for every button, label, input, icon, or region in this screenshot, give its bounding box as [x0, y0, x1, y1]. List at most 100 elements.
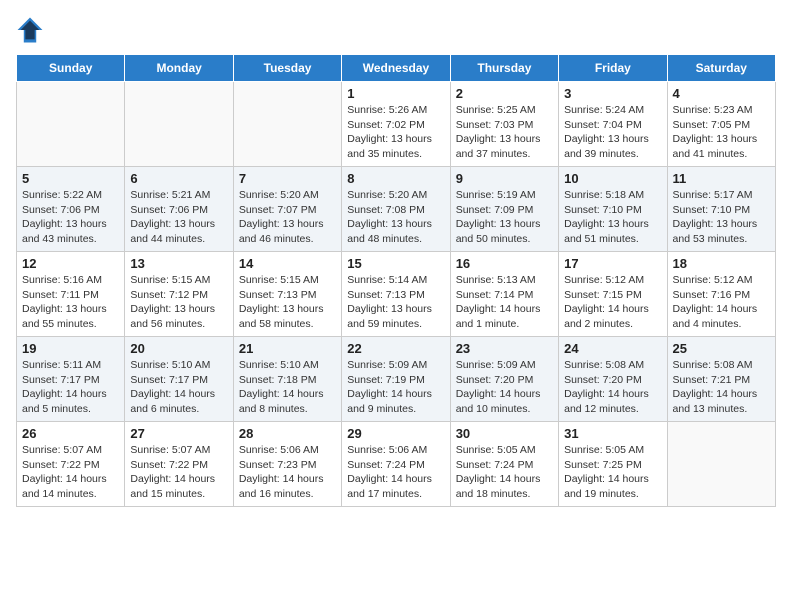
calendar-cell: 12 Sunrise: 5:16 AM Sunset: 7:11 PM Dayli…: [17, 252, 125, 337]
day-number: 1: [347, 86, 444, 101]
day-number: 28: [239, 426, 336, 441]
day-info: Sunrise: 5:20 AM Sunset: 7:08 PM Dayligh…: [347, 188, 444, 247]
calendar-week: 19 Sunrise: 5:11 AM Sunset: 7:17 PM Dayli…: [17, 337, 776, 422]
day-info: Sunrise: 5:08 AM Sunset: 7:21 PM Dayligh…: [673, 358, 770, 417]
day-number: 20: [130, 341, 227, 356]
day-info: Sunrise: 5:13 AM Sunset: 7:14 PM Dayligh…: [456, 273, 553, 332]
day-number: 31: [564, 426, 661, 441]
day-info: Sunrise: 5:25 AM Sunset: 7:03 PM Dayligh…: [456, 103, 553, 162]
day-number: 6: [130, 171, 227, 186]
day-info: Sunrise: 5:17 AM Sunset: 7:10 PM Dayligh…: [673, 188, 770, 247]
calendar-cell: 26 Sunrise: 5:07 AM Sunset: 7:22 PM Dayli…: [17, 422, 125, 507]
day-info: Sunrise: 5:07 AM Sunset: 7:22 PM Dayligh…: [22, 443, 119, 502]
calendar-week: 12 Sunrise: 5:16 AM Sunset: 7:11 PM Dayli…: [17, 252, 776, 337]
calendar-cell: [667, 422, 775, 507]
day-info: Sunrise: 5:05 AM Sunset: 7:24 PM Dayligh…: [456, 443, 553, 502]
calendar-cell: 2 Sunrise: 5:25 AM Sunset: 7:03 PM Daylig…: [450, 82, 558, 167]
calendar-cell: 30 Sunrise: 5:05 AM Sunset: 7:24 PM Dayli…: [450, 422, 558, 507]
day-number: 26: [22, 426, 119, 441]
day-info: Sunrise: 5:11 AM Sunset: 7:17 PM Dayligh…: [22, 358, 119, 417]
day-number: 11: [673, 171, 770, 186]
day-info: Sunrise: 5:19 AM Sunset: 7:09 PM Dayligh…: [456, 188, 553, 247]
page-header: [16, 16, 776, 44]
calendar-cell: 14Sunrise: 5:15 AM Sunset: 7:13 PM Dayli…: [233, 252, 341, 337]
calendar-cell: [233, 82, 341, 167]
day-number: 25: [673, 341, 770, 356]
calendar-cell: 29 Sunrise: 5:06 AM Sunset: 7:24 PM Dayli…: [342, 422, 450, 507]
day-info: Sunrise: 5:09 AM Sunset: 7:19 PM Dayligh…: [347, 358, 444, 417]
calendar: SundayMondayTuesdayWednesdayThursdayFrid…: [16, 54, 776, 507]
weekday-row: SundayMondayTuesdayWednesdayThursdayFrid…: [17, 55, 776, 82]
day-info: Sunrise: 5:15 AM Sunset: 7:12 PM Dayligh…: [130, 273, 227, 332]
logo-icon: [16, 16, 44, 44]
calendar-cell: 11 Sunrise: 5:17 AM Sunset: 7:10 PM Dayli…: [667, 167, 775, 252]
calendar-cell: 18 Sunrise: 5:12 AM Sunset: 7:16 PM Dayli…: [667, 252, 775, 337]
weekday-header: Monday: [125, 55, 233, 82]
day-info: Sunrise: 5:23 AM Sunset: 7:05 PM Dayligh…: [673, 103, 770, 162]
day-number: 12: [22, 256, 119, 271]
weekday-header: Tuesday: [233, 55, 341, 82]
calendar-cell: 4 Sunrise: 5:23 AM Sunset: 7:05 PM Daylig…: [667, 82, 775, 167]
day-info: Sunrise: 5:22 AM Sunset: 7:06 PM Dayligh…: [22, 188, 119, 247]
calendar-body: 1Sunrise: 5:26 AM Sunset: 7:02 PM Daylig…: [17, 82, 776, 507]
calendar-week: 5 Sunrise: 5:22 AM Sunset: 7:06 PM Daylig…: [17, 167, 776, 252]
day-number: 21: [239, 341, 336, 356]
day-number: 19: [22, 341, 119, 356]
day-info: Sunrise: 5:10 AM Sunset: 7:17 PM Dayligh…: [130, 358, 227, 417]
day-number: 16: [456, 256, 553, 271]
weekday-header: Sunday: [17, 55, 125, 82]
day-info: Sunrise: 5:16 AM Sunset: 7:11 PM Dayligh…: [22, 273, 119, 332]
day-number: 23: [456, 341, 553, 356]
day-info: Sunrise: 5:09 AM Sunset: 7:20 PM Dayligh…: [456, 358, 553, 417]
calendar-cell: 21Sunrise: 5:10 AM Sunset: 7:18 PM Dayli…: [233, 337, 341, 422]
calendar-cell: 22 Sunrise: 5:09 AM Sunset: 7:19 PM Dayli…: [342, 337, 450, 422]
day-number: 2: [456, 86, 553, 101]
day-number: 14: [239, 256, 336, 271]
calendar-cell: 17Sunrise: 5:12 AM Sunset: 7:15 PM Dayli…: [559, 252, 667, 337]
calendar-cell: 23 Sunrise: 5:09 AM Sunset: 7:20 PM Dayli…: [450, 337, 558, 422]
day-info: Sunrise: 5:08 AM Sunset: 7:20 PM Dayligh…: [564, 358, 661, 417]
day-info: Sunrise: 5:12 AM Sunset: 7:15 PM Dayligh…: [564, 273, 661, 332]
calendar-cell: 20 Sunrise: 5:10 AM Sunset: 7:17 PM Dayli…: [125, 337, 233, 422]
calendar-header: SundayMondayTuesdayWednesdayThursdayFrid…: [17, 55, 776, 82]
day-number: 9: [456, 171, 553, 186]
day-number: 3: [564, 86, 661, 101]
calendar-cell: 10 Sunrise: 5:18 AM Sunset: 7:10 PM Dayli…: [559, 167, 667, 252]
day-info: Sunrise: 5:06 AM Sunset: 7:24 PM Dayligh…: [347, 443, 444, 502]
day-number: 8: [347, 171, 444, 186]
calendar-cell: 7Sunrise: 5:20 AM Sunset: 7:07 PM Daylig…: [233, 167, 341, 252]
day-number: 29: [347, 426, 444, 441]
day-number: 4: [673, 86, 770, 101]
calendar-cell: 1Sunrise: 5:26 AM Sunset: 7:02 PM Daylig…: [342, 82, 450, 167]
day-info: Sunrise: 5:18 AM Sunset: 7:10 PM Dayligh…: [564, 188, 661, 247]
day-info: Sunrise: 5:14 AM Sunset: 7:13 PM Dayligh…: [347, 273, 444, 332]
calendar-cell: 31 Sunrise: 5:05 AM Sunset: 7:25 PM Dayli…: [559, 422, 667, 507]
weekday-header: Wednesday: [342, 55, 450, 82]
day-number: 15: [347, 256, 444, 271]
day-info: Sunrise: 5:21 AM Sunset: 7:06 PM Dayligh…: [130, 188, 227, 247]
calendar-cell: [125, 82, 233, 167]
calendar-cell: 24Sunrise: 5:08 AM Sunset: 7:20 PM Dayli…: [559, 337, 667, 422]
calendar-week: 1Sunrise: 5:26 AM Sunset: 7:02 PM Daylig…: [17, 82, 776, 167]
logo: [16, 16, 48, 44]
calendar-cell: 28 Sunrise: 5:06 AM Sunset: 7:23 PM Dayli…: [233, 422, 341, 507]
calendar-cell: 19 Sunrise: 5:11 AM Sunset: 7:17 PM Dayli…: [17, 337, 125, 422]
calendar-cell: 15 Sunrise: 5:14 AM Sunset: 7:13 PM Dayli…: [342, 252, 450, 337]
calendar-cell: 27Sunrise: 5:07 AM Sunset: 7:22 PM Dayli…: [125, 422, 233, 507]
calendar-cell: 16 Sunrise: 5:13 AM Sunset: 7:14 PM Dayli…: [450, 252, 558, 337]
day-info: Sunrise: 5:12 AM Sunset: 7:16 PM Dayligh…: [673, 273, 770, 332]
calendar-cell: 6 Sunrise: 5:21 AM Sunset: 7:06 PM Daylig…: [125, 167, 233, 252]
weekday-header: Thursday: [450, 55, 558, 82]
day-info: Sunrise: 5:07 AM Sunset: 7:22 PM Dayligh…: [130, 443, 227, 502]
day-number: 18: [673, 256, 770, 271]
day-info: Sunrise: 5:05 AM Sunset: 7:25 PM Dayligh…: [564, 443, 661, 502]
day-number: 22: [347, 341, 444, 356]
weekday-header: Saturday: [667, 55, 775, 82]
day-info: Sunrise: 5:24 AM Sunset: 7:04 PM Dayligh…: [564, 103, 661, 162]
day-number: 5: [22, 171, 119, 186]
day-number: 30: [456, 426, 553, 441]
day-number: 10: [564, 171, 661, 186]
day-number: 7: [239, 171, 336, 186]
day-info: Sunrise: 5:06 AM Sunset: 7:23 PM Dayligh…: [239, 443, 336, 502]
calendar-cell: [17, 82, 125, 167]
